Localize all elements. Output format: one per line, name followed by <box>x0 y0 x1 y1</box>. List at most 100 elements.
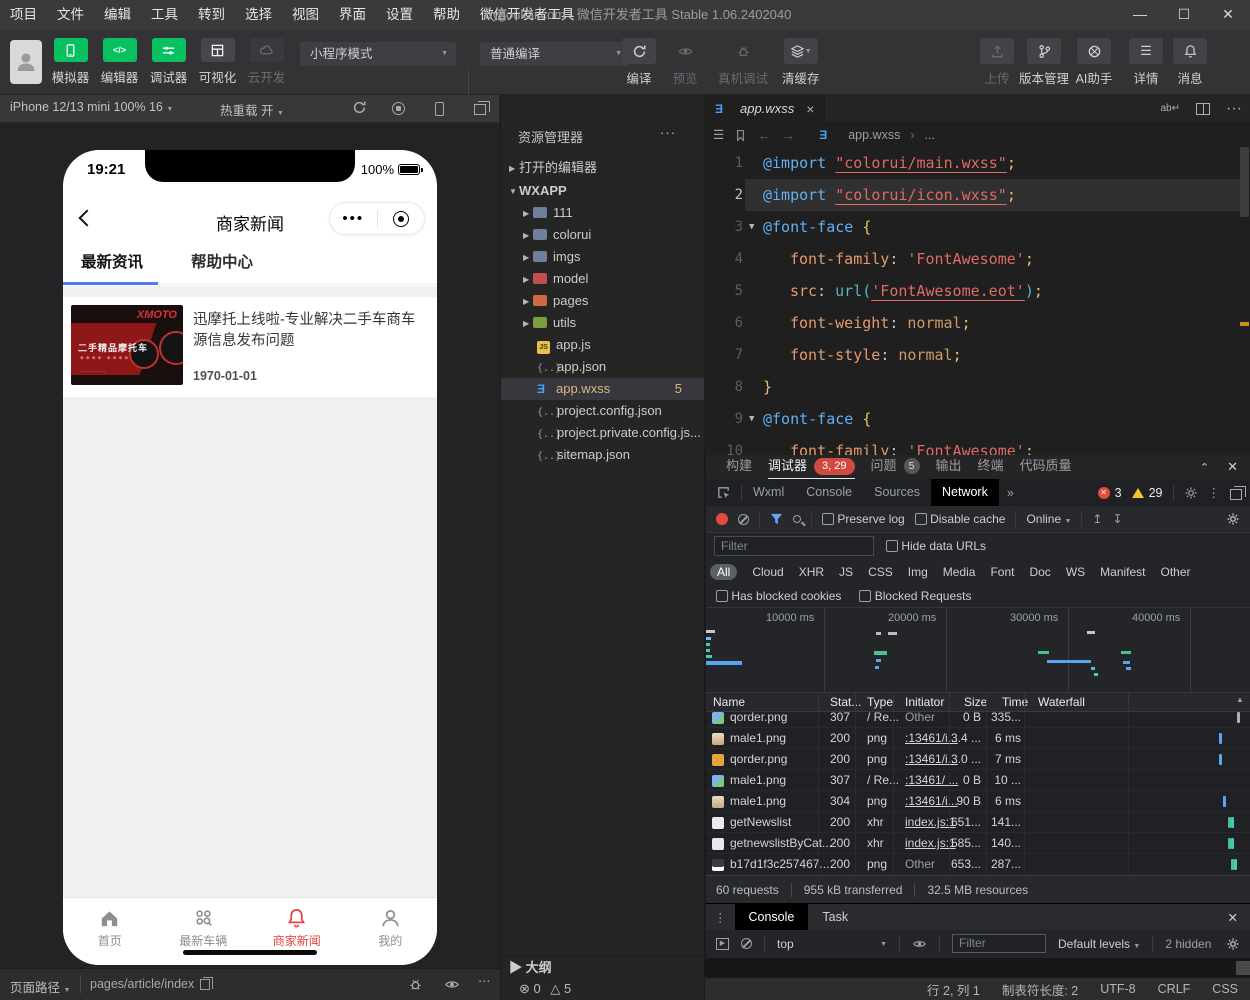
devtools-tab-Console[interactable]: Console <box>795 479 863 506</box>
outline-section[interactable]: ▶ 大纲 <box>501 955 704 978</box>
refresh-simulator-icon[interactable] <box>352 100 367 115</box>
action-真机调试[interactable]: 真机调试 <box>718 38 768 87</box>
console-filter-input[interactable]: Filter <box>952 934 1046 953</box>
network-row-qorder.png[interactable]: qorder.png 307 / Re... Other 0 B 335... <box>706 712 1250 728</box>
copy-path-icon[interactable] <box>195 977 213 993</box>
type-filter-XHR[interactable]: XHR <box>799 565 824 579</box>
column-header-Initiator[interactable]: Initiator <box>905 695 944 709</box>
tab-帮助中心[interactable]: 帮助中心 <box>191 245 253 285</box>
panel-tab-输出[interactable]: 输出 <box>936 455 962 479</box>
has-blocked-cookies-checkbox[interactable]: Has blocked cookies <box>716 589 841 603</box>
action-上传[interactable]: 上传 <box>975 38 1019 87</box>
dock-side-icon[interactable] <box>1230 485 1246 500</box>
console-eye-icon[interactable] <box>912 936 927 951</box>
type-filter-Font[interactable]: Font <box>990 565 1014 579</box>
device-frame-icon[interactable] <box>435 102 444 116</box>
menu-工具[interactable]: 工具 <box>141 0 188 30</box>
explorer-item-sitemap.json[interactable]: {..}sitemap.json <box>501 444 704 466</box>
console-context-select[interactable]: top ▼ <box>777 937 887 951</box>
status-item[interactable]: UTF-8 <box>1100 982 1135 996</box>
detach-window-icon[interactable] <box>474 101 490 115</box>
column-header-Size[interactable]: Size <box>964 695 987 709</box>
action-清缓存[interactable]: ▼ 清缓存 <box>782 38 820 87</box>
type-filter-JS[interactable]: JS <box>839 565 853 579</box>
column-header-Waterfall[interactable]: Waterfall <box>1038 695 1085 709</box>
outline-list-icon[interactable]: ☰ <box>713 127 724 142</box>
column-header-Name[interactable]: Name <box>713 695 745 709</box>
editor-scrollbar[interactable] <box>1240 147 1249 217</box>
fold-arrow-icon[interactable]: ▼ <box>749 211 763 243</box>
column-header-Stat...[interactable]: Stat... <box>830 695 861 709</box>
maximize-button[interactable]: ☐ <box>1162 0 1206 30</box>
status-item[interactable]: 制表符长度: 2 <box>1002 980 1078 999</box>
explorer-item-app.js[interactable]: JS app.js <box>501 334 704 356</box>
panel-tab-构建[interactable]: 构建 <box>726 455 752 479</box>
type-filter-WS[interactable]: WS <box>1066 565 1085 579</box>
action-详情[interactable]: ☰ 详情 <box>1124 38 1168 87</box>
open-editors-section[interactable]: ▶ 打开的编辑器 <box>501 157 704 179</box>
word-wrap-icon[interactable]: ab↵ <box>1161 103 1181 114</box>
more-menu-button[interactable]: ••• <box>330 204 377 234</box>
bug-icon[interactable] <box>408 977 423 992</box>
network-timeline[interactable]: 10000 ms 20000 ms 30000 ms 40000 ms <box>706 607 1250 693</box>
devtools-tab-Network[interactable]: Network <box>930 479 999 506</box>
explorer-item-imgs[interactable]: ▶ imgs <box>501 246 704 268</box>
action-版本管理[interactable]: 版本管理 <box>1016 38 1072 87</box>
scrollbar-nub[interactable] <box>1236 961 1250 975</box>
throttle-select[interactable]: Online ▼ <box>1026 512 1071 526</box>
compile-mode-select[interactable]: 普通编译 ▼ <box>480 42 630 66</box>
filter-funnel-icon[interactable] <box>770 512 783 526</box>
hot-reload-toggle[interactable]: 热重载 开 ▼ <box>220 100 284 119</box>
menu-文件[interactable]: 文件 <box>47 0 94 30</box>
type-filter-Media[interactable]: Media <box>943 565 976 579</box>
toolbar-button-云开发[interactable]: 云开发 <box>242 38 291 86</box>
sort-arrow-icon[interactable]: ▲ <box>1236 695 1244 704</box>
network-row-qorder.png[interactable]: qorder.png 200 png:13461/i... 3.0 ... 7 ms <box>706 749 1250 770</box>
menu-界面[interactable]: 界面 <box>329 0 376 30</box>
toolbar-button-模拟器[interactable]: 模拟器 <box>46 38 95 86</box>
network-row-male1.png[interactable]: male1.png 200 png:13461/i... 3.4 ... 6 ms <box>706 728 1250 749</box>
mode-select[interactable]: 小程序模式 ▼ <box>300 42 456 66</box>
explorer-item-project.private.config.js...[interactable]: {..}project.private.config.js... <box>501 422 704 444</box>
action-编译[interactable]: 编译 <box>622 38 656 87</box>
network-row-getNewslist[interactable]: getNewslist 200 xhr index.js:1 651... 141... <box>706 812 1250 833</box>
action-预览[interactable]: 预览 <box>668 38 702 87</box>
explorer-item-111[interactable]: ▶ 111 <box>501 202 704 224</box>
menu-帮助[interactable]: 帮助 <box>423 0 470 30</box>
toolbar-button-调试器[interactable]: 调试器 <box>144 38 193 86</box>
close-tab-icon[interactable]: × <box>806 101 814 117</box>
blocked-requests-checkbox[interactable]: Blocked Requests <box>859 589 971 603</box>
network-settings-icon[interactable] <box>1226 512 1240 527</box>
menu-设置[interactable]: 设置 <box>376 0 423 30</box>
column-header-Type[interactable]: Type <box>867 695 893 709</box>
record-icon[interactable] <box>392 102 405 115</box>
eye-icon[interactable] <box>444 977 460 992</box>
network-row-male1.png[interactable]: male1.png 304 png:13461/i... 90 B6 ms <box>706 791 1250 812</box>
explorer-item-model[interactable]: ▶ model <box>501 268 704 290</box>
type-filter-Doc[interactable]: Doc <box>1029 565 1050 579</box>
type-filter-Manifest[interactable]: Manifest <box>1100 565 1145 579</box>
explorer-item-utils[interactable]: ▶ utils <box>501 312 704 334</box>
explorer-item-app.json[interactable]: {..}app.json <box>501 356 704 378</box>
status-item[interactable]: CSS <box>1212 982 1238 996</box>
explorer-item-colorui[interactable]: ▶ colorui <box>501 224 704 246</box>
menu-项目[interactable]: 项目 <box>0 0 47 30</box>
tabbar-item-我的[interactable]: 我的 <box>344 898 438 965</box>
drawer-tab-Console[interactable]: Console <box>734 903 809 931</box>
toolbar-button-编辑器[interactable]: </> 编辑器 <box>95 38 144 86</box>
network-row-getnewslistByCat...[interactable]: getnewslistByCat... 200 xhr index.js:1 585..… <box>706 833 1250 854</box>
column-divider[interactable] <box>1024 693 1025 711</box>
minimize-button[interactable]: — <box>1118 0 1162 30</box>
type-filter-All[interactable]: All <box>710 564 738 580</box>
type-filter-CSS[interactable]: CSS <box>868 565 893 579</box>
devtools-settings-icon[interactable] <box>1184 485 1198 500</box>
column-divider[interactable] <box>949 693 950 711</box>
preserve-log-checkbox[interactable]: Preserve log <box>822 512 905 526</box>
panel-tab-问题[interactable]: 问题 5 <box>871 455 920 479</box>
export-har-icon[interactable]: ↧ <box>1112 512 1122 526</box>
problems-summary[interactable]: ⊗ 0 △ 5 <box>501 978 704 1000</box>
devtools-menu-icon[interactable]: ⋮ <box>1208 485 1221 500</box>
news-card[interactable]: XMOTO 二手精品摩托车 ◆◆◆◆ ◆◆◆◆ ·········· 迅摩托上线… <box>63 297 437 397</box>
nav-back-icon[interactable]: ← <box>757 127 771 143</box>
network-row-b17d1f3c257467...[interactable]: b17d1f3c257467... 200 png Other 653... 287... <box>706 854 1250 875</box>
